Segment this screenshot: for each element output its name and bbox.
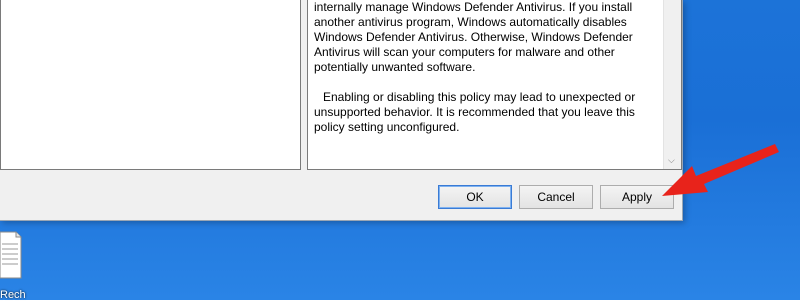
- text-file-icon[interactable]: [0, 230, 22, 280]
- policy-settings-dialog: internally manage Windows Defender Antiv…: [0, 0, 683, 221]
- cancel-button[interactable]: Cancel: [519, 185, 593, 209]
- ok-button[interactable]: OK: [438, 185, 512, 209]
- help-paragraph: Enabling or disabling this policy may le…: [314, 90, 636, 134]
- red-arrow-icon: [662, 144, 779, 196]
- help-pane: internally manage Windows Defender Antiv…: [307, 0, 682, 170]
- help-text: internally manage Windows Defender Antiv…: [314, 0, 654, 150]
- help-paragraph: internally manage Windows Defender Antiv…: [314, 0, 633, 74]
- comment-textbox[interactable]: [0, 0, 301, 170]
- desktop-icon-label[interactable]: Rech: [0, 289, 26, 301]
